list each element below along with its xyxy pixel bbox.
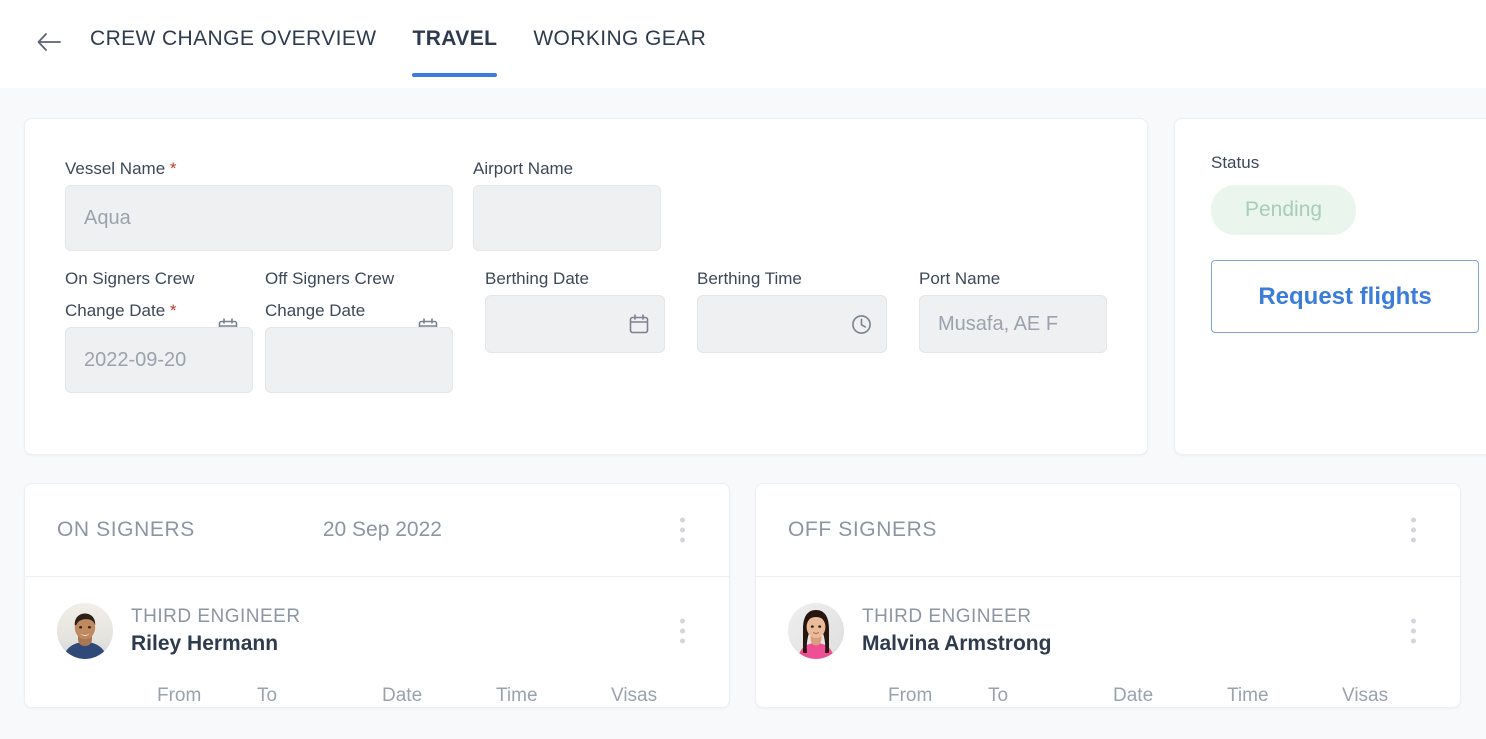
member-name: Malvina Armstrong xyxy=(862,632,1052,655)
on-signers-card: ON SIGNERS 20 Sep 2022 THIRD ENGINEER Ri… xyxy=(24,483,730,708)
field-airport-name: Airport Name xyxy=(473,153,661,251)
on-signers-date: 20 Sep 2022 xyxy=(322,518,442,541)
page-content: Vessel Name * Aqua Airport Name On Signe… xyxy=(0,88,1486,708)
column-visas: Visas xyxy=(611,685,658,706)
off-signers-change-date-input[interactable] xyxy=(265,327,453,393)
airport-name-label: Airport Name xyxy=(473,159,574,178)
off-signers-header: OFF SIGNERS xyxy=(756,484,1460,577)
port-name-input-wrap: Musafa, AE F xyxy=(919,295,1107,353)
column-from: From xyxy=(157,685,202,706)
column-to: To xyxy=(988,685,1009,706)
list-item[interactable]: THIRD ENGINEER Riley Hermann xyxy=(57,603,697,659)
kebab-menu-icon[interactable] xyxy=(679,517,685,543)
airport-name-input-wrap xyxy=(473,185,661,251)
member-name: Riley Hermann xyxy=(131,632,279,655)
form-row-2: On Signers Crew Change Date * 2022-09-20… xyxy=(65,263,1107,393)
off-signers-body: THIRD ENGINEER Malvina Armstrong From To… xyxy=(756,577,1460,707)
vessel-name-input-wrap: Aqua xyxy=(65,185,453,251)
field-on-signers-change-date: On Signers Crew Change Date * 2022-09-20 xyxy=(65,263,253,393)
field-off-signers-change-date: Off Signers Crew Change Date xyxy=(265,263,453,393)
off-signers-card: OFF SIGNERS THIRD ENGINEER Malvina Armst… xyxy=(755,483,1461,708)
on-signers-change-date-input[interactable]: 2022-09-20 xyxy=(65,327,253,393)
off-signers-title: OFF SIGNERS xyxy=(788,518,937,541)
back-button[interactable] xyxy=(32,25,66,59)
required-asterisk: * xyxy=(169,159,177,178)
on-signers-change-date-input-wrap: 2022-09-20 xyxy=(65,318,253,393)
berthing-date-label: Berthing Date xyxy=(485,269,589,288)
vessel-name-input[interactable]: Aqua xyxy=(65,185,453,251)
airport-name-input[interactable] xyxy=(473,185,661,251)
male-portrait-avatar xyxy=(57,603,113,659)
kebab-menu-icon[interactable] xyxy=(679,618,685,644)
status-badge: Pending xyxy=(1211,185,1357,235)
on-signers-body: THIRD ENGINEER Riley Hermann From To Dat… xyxy=(25,577,729,707)
member-text: THIRD ENGINEER Malvina Armstrong xyxy=(862,604,1051,658)
on-signers-title: ON SIGNERS xyxy=(57,518,195,541)
column-time: Time xyxy=(1227,685,1269,706)
column-visas: Visas xyxy=(1342,685,1389,706)
clock-icon[interactable] xyxy=(850,313,872,335)
off-signers-change-date-input-wrap xyxy=(265,318,453,393)
calendar-icon[interactable] xyxy=(628,313,650,335)
member-role: THIRD ENGINEER xyxy=(131,606,301,627)
on-signers-header: ON SIGNERS 20 Sep 2022 xyxy=(25,484,729,577)
field-vessel-name: Vessel Name * Aqua xyxy=(65,153,453,251)
tab-travel[interactable]: TRAVEL xyxy=(412,27,498,77)
port-name-input[interactable]: Musafa, AE F xyxy=(919,295,1107,353)
status-card: Status Pending Request flights xyxy=(1174,118,1486,455)
field-port-name: Port Name Musafa, AE F xyxy=(919,263,1107,393)
berthing-date-input[interactable] xyxy=(485,295,665,353)
member-role: THIRD ENGINEER xyxy=(862,606,1032,627)
form-row-1: Vessel Name * Aqua Airport Name xyxy=(65,153,1107,251)
travel-details-card: Vessel Name * Aqua Airport Name On Signe… xyxy=(24,118,1148,455)
kebab-menu-icon[interactable] xyxy=(1410,618,1416,644)
column-to: To xyxy=(257,685,278,706)
berthing-date-input-wrap xyxy=(485,295,665,353)
field-berthing-date: Berthing Date xyxy=(485,263,665,393)
berthing-time-label: Berthing Time xyxy=(697,269,802,288)
tab-working-gear[interactable]: WORKING GEAR xyxy=(533,27,706,77)
required-asterisk: * xyxy=(169,301,177,320)
berthing-time-input[interactable] xyxy=(697,295,887,353)
status-label: Status xyxy=(1211,153,1260,172)
column-date: Date xyxy=(1113,685,1154,706)
flight-columns-header: From To Date Time Visas xyxy=(57,685,697,707)
breadcrumb-crew-change-overview[interactable]: CREW CHANGE OVERVIEW xyxy=(90,27,376,51)
female-portrait-avatar xyxy=(788,603,844,659)
berthing-time-input-wrap xyxy=(697,295,887,353)
arrow-left-icon xyxy=(36,31,62,53)
kebab-menu-icon[interactable] xyxy=(1410,517,1416,543)
column-time: Time xyxy=(496,685,538,706)
top-row: Vessel Name * Aqua Airport Name On Signe… xyxy=(24,118,1486,455)
app-header: CREW CHANGE OVERVIEW TRAVEL WORKING GEAR xyxy=(0,0,1486,88)
signers-row: ON SIGNERS 20 Sep 2022 THIRD ENGINEER Ri… xyxy=(24,483,1462,708)
tab-bar: TRAVEL WORKING GEAR xyxy=(412,0,742,88)
column-date: Date xyxy=(382,685,423,706)
port-name-label: Port Name xyxy=(919,269,1001,288)
column-from: From xyxy=(888,685,933,706)
list-item[interactable]: THIRD ENGINEER Malvina Armstrong xyxy=(788,603,1428,659)
flight-columns-header: From To Date Time Visas xyxy=(788,685,1428,707)
request-flights-button[interactable]: Request flights xyxy=(1211,260,1479,333)
field-berthing-time: Berthing Time xyxy=(697,263,887,393)
member-text: THIRD ENGINEER Riley Hermann xyxy=(131,604,301,658)
vessel-name-label: Vessel Name * xyxy=(65,159,177,178)
